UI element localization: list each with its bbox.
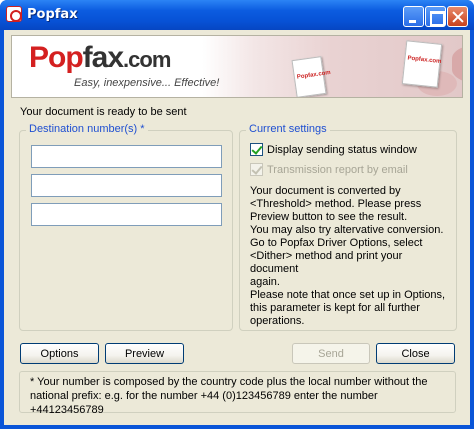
- doc-stamp-text: Popfax.com: [407, 55, 442, 65]
- fax-document-icon: Popfax.com: [291, 56, 331, 97]
- popfax-window: Popfax Popfax.com Popfax.com Popfax.com …: [0, 0, 474, 429]
- status-message: Your document is ready to be sent: [20, 106, 187, 118]
- send-button: Send: [292, 343, 370, 364]
- destination-legend: Destination number(s) *: [26, 123, 148, 135]
- logo-text: fax: [82, 41, 124, 74]
- transmission-report-label: Transmission report by email: [267, 163, 408, 176]
- logo-text: .com: [123, 47, 171, 72]
- current-settings-group: Current settings Display sending status …: [239, 123, 457, 331]
- popfax-banner: Popfax.com Popfax.com Popfax.com Easy, i…: [11, 35, 463, 98]
- options-button[interactable]: Options: [20, 343, 99, 364]
- window-title: Popfax: [27, 7, 78, 22]
- dialog-client-area: Popfax.com Popfax.com Popfax.com Easy, i…: [4, 30, 470, 425]
- number-format-note: * Your number is composed by the country…: [19, 371, 456, 416]
- display-status-label: Display sending status window: [267, 143, 417, 156]
- destination-group: Destination number(s) *: [19, 123, 233, 331]
- maximize-button[interactable]: [425, 6, 446, 27]
- destination-number-field-2[interactable]: [31, 174, 222, 197]
- conversion-info-text: Your document is converted by <Threshold…: [250, 185, 446, 327]
- preview-button[interactable]: Preview: [105, 343, 184, 364]
- fax-document-icon: Popfax.com: [401, 40, 443, 88]
- close-window-button[interactable]: [447, 6, 468, 27]
- destination-number-field-3[interactable]: [31, 203, 222, 226]
- display-status-checkbox[interactable]: [250, 143, 263, 156]
- logo-slogan: Easy, inexpensive... Effective!: [74, 77, 220, 89]
- popfax-app-icon[interactable]: [6, 6, 22, 22]
- destination-number-field-1[interactable]: [31, 145, 222, 168]
- transmission-report-checkbox: [250, 163, 263, 176]
- logo-text: p: [65, 41, 83, 74]
- title-bar[interactable]: Popfax: [0, 0, 474, 30]
- display-status-option[interactable]: Display sending status window: [250, 143, 417, 156]
- minimize-button[interactable]: [403, 6, 424, 27]
- popfax-logo: Popfax.com: [29, 41, 171, 75]
- transmission-report-option: Transmission report by email: [250, 163, 408, 176]
- close-button[interactable]: Close: [376, 343, 455, 364]
- settings-legend: Current settings: [246, 123, 330, 135]
- logo-text: Po: [29, 41, 66, 74]
